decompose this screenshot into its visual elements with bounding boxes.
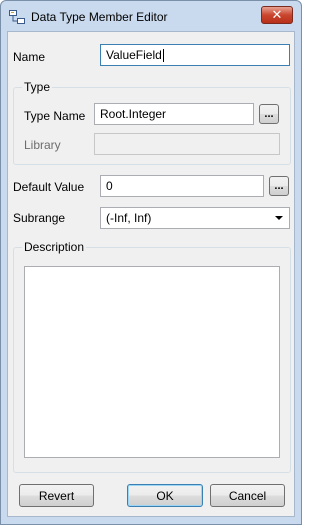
default-value-label: Default Value	[13, 180, 85, 194]
dialog-window: Data Type Member Editor ✕ Name ValueFiel…	[0, 0, 302, 525]
name-label: Name	[13, 50, 46, 64]
type-name-field[interactable]: Root.Integer	[94, 103, 254, 125]
default-value-browse-button[interactable]: ...	[269, 176, 289, 196]
description-group-label: Description	[22, 240, 87, 254]
subrange-label: Subrange	[13, 211, 66, 225]
cancel-button[interactable]: Cancel	[210, 484, 285, 507]
type-name-label: Type Name	[24, 109, 86, 123]
chevron-down-icon	[275, 216, 283, 220]
name-field[interactable]: ValueField	[100, 44, 290, 66]
text-caret	[162, 49, 164, 63]
close-icon: ✕	[271, 7, 283, 22]
subrange-value: (-Inf, Inf)	[106, 211, 152, 225]
name-field-value: ValueField	[106, 48, 162, 62]
revert-button[interactable]: Revert	[19, 484, 94, 507]
data-type-member-icon	[9, 10, 25, 24]
ok-button[interactable]: OK	[127, 484, 203, 507]
library-label: Library	[24, 138, 61, 152]
close-button[interactable]: ✕	[261, 6, 293, 24]
description-textarea[interactable]	[24, 266, 280, 458]
library-field	[94, 133, 280, 155]
window-title: Data Type Member Editor	[31, 10, 168, 24]
type-group-label: Type	[22, 80, 53, 94]
type-browse-button[interactable]: ...	[259, 104, 279, 124]
subrange-select[interactable]: (-Inf, Inf)	[100, 207, 290, 229]
title-bar[interactable]: Data Type Member Editor ✕	[1, 1, 301, 31]
dialog-body: Name ValueField Type Type Name Root.Inte…	[7, 31, 295, 517]
default-value-field[interactable]: 0	[100, 175, 264, 197]
